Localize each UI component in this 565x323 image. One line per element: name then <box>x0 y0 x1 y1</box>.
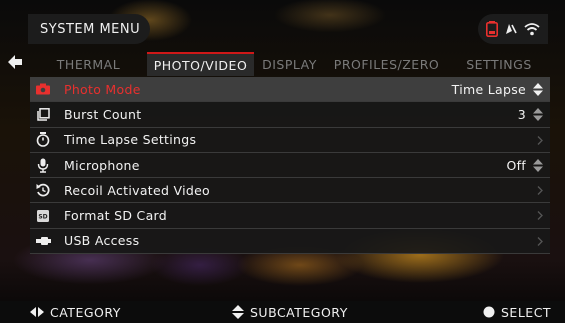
select-hint-label: SELECT <box>501 304 552 320</box>
menu-item-photo-mode[interactable]: Photo Mode Time Lapse <box>30 77 550 103</box>
menu-item-time-lapse-settings[interactable]: Time Lapse Settings <box>30 127 550 153</box>
select-hint: SELECT <box>483 305 551 320</box>
category-hint: CATEGORY <box>30 305 121 320</box>
updown-arrows-icon[interactable] <box>533 158 543 172</box>
tab-display[interactable]: DISPLAY <box>254 52 325 76</box>
tab-label: THERMAL <box>56 56 121 72</box>
menu-item-label: Format SD Card <box>64 208 167 224</box>
system-menu-title: SYSTEM MENU <box>28 14 150 44</box>
compass-icon <box>505 24 517 34</box>
updown-arrows-icon[interactable] <box>533 83 543 96</box>
settings-list: Photo Mode Time Lapse Burst Count 3 Time… <box>30 77 550 255</box>
menu-item-burst-count[interactable]: Burst Count 3 <box>30 102 550 128</box>
menu-item-microphone[interactable]: Microphone Off <box>30 152 550 179</box>
menu-item-usb-access[interactable]: USB Access <box>30 228 550 255</box>
recoil-icon <box>32 183 54 197</box>
menu-item-label: USB Access <box>64 233 140 249</box>
footer-hint-bar: CATEGORY SUBCATEGORY SELECT <box>0 301 565 323</box>
subcategory-hint-label: SUBCATEGORY <box>250 304 348 320</box>
menu-item-label: Time Lapse Settings <box>64 132 197 148</box>
menu-item-format-sd-card[interactable]: SD Format SD Card <box>30 203 550 229</box>
menu-item-recoil-activated-video[interactable]: Recoil Activated Video <box>30 178 550 204</box>
usb-icon <box>32 236 54 246</box>
updown-arrows-icon[interactable] <box>533 108 543 122</box>
tab-photo-video[interactable]: PHOTO/VIDEO <box>147 52 254 76</box>
tab-label: SETTINGS <box>466 56 532 72</box>
page-title: SYSTEM MENU <box>40 21 141 37</box>
timer-icon <box>32 132 54 148</box>
menu-item-label: Burst Count <box>64 106 142 122</box>
menu-item-value: Off <box>506 157 526 173</box>
menu-item-label: Photo Mode <box>64 81 141 97</box>
tab-profiles-zero[interactable]: PROFILES/ZERO <box>325 52 448 76</box>
menu-item-value: Time Lapse <box>451 81 526 97</box>
left-right-arrows-icon <box>30 307 44 317</box>
tab-label: DISPLAY <box>262 56 317 72</box>
chevron-right-icon <box>537 236 543 246</box>
chevron-right-icon <box>537 135 543 145</box>
microphone-icon <box>32 158 54 173</box>
subcategory-hint: SUBCATEGORY <box>232 305 348 320</box>
svg-text:SD: SD <box>38 213 47 220</box>
battery-icon <box>486 21 499 37</box>
menu-item-label: Microphone <box>64 157 140 173</box>
menu-item-value: 3 <box>517 106 526 122</box>
wifi-icon <box>524 23 540 36</box>
sd-card-icon: SD <box>32 209 54 222</box>
back-arrow-icon[interactable] <box>8 55 22 69</box>
tab-thermal[interactable]: THERMAL <box>30 52 147 76</box>
category-tabs: THERMAL PHOTO/VIDEO DISPLAY PROFILES/ZER… <box>30 52 550 76</box>
menu-item-label: Recoil Activated Video <box>64 182 211 198</box>
select-button-icon <box>483 306 495 318</box>
camera-icon <box>32 83 54 95</box>
chevron-right-icon <box>537 211 543 221</box>
burst-icon <box>32 107 54 121</box>
up-down-arrows-icon <box>232 305 244 319</box>
tab-settings[interactable]: SETTINGS <box>448 52 550 76</box>
status-bar <box>478 14 548 44</box>
category-hint-label: CATEGORY <box>50 304 121 320</box>
tab-label: PHOTO/VIDEO <box>153 57 248 73</box>
chevron-right-icon <box>537 186 543 196</box>
tab-label: PROFILES/ZERO <box>333 56 440 72</box>
